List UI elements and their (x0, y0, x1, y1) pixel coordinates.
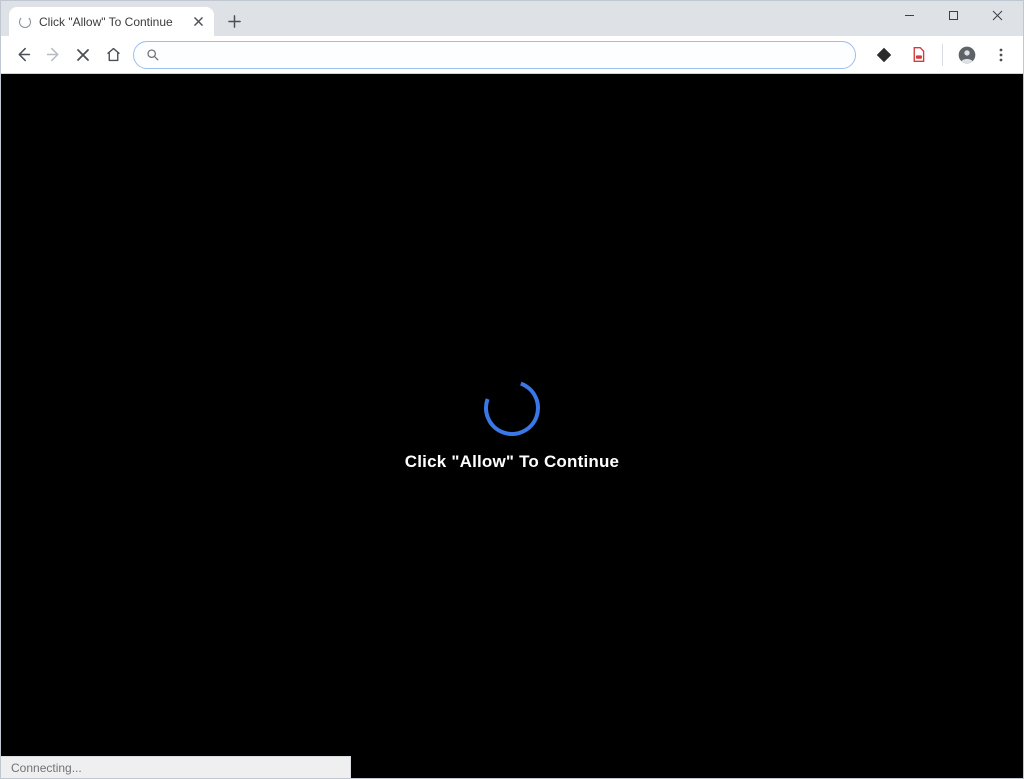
status-text: Connecting... (11, 761, 82, 775)
address-input[interactable] (167, 47, 843, 62)
diamond-icon (875, 46, 893, 64)
page-loading-spinner-icon (475, 371, 549, 445)
profile-button[interactable] (955, 43, 979, 67)
tab-title: Click "Allow" To Continue (39, 15, 190, 29)
new-tab-button[interactable] (220, 7, 248, 35)
tab-close-button[interactable] (190, 14, 206, 30)
window-controls (887, 1, 1019, 29)
home-icon (105, 46, 122, 63)
window-minimize-button[interactable] (887, 1, 931, 29)
nav-forward-button[interactable] (39, 41, 67, 69)
status-bar: Connecting... (1, 756, 351, 778)
arrow-left-icon (15, 46, 32, 63)
close-icon (194, 17, 203, 26)
browser-menu-button[interactable] (989, 43, 1013, 67)
extensions-area (864, 43, 1017, 67)
page-message: Click "Allow" To Continue (405, 452, 619, 472)
document-red-icon (910, 46, 927, 63)
nav-home-button[interactable] (99, 41, 127, 69)
close-icon (76, 48, 90, 62)
plus-icon (228, 15, 241, 28)
nav-back-button[interactable] (9, 41, 37, 69)
browser-tab[interactable]: Click "Allow" To Continue (9, 7, 214, 36)
extension-2-button[interactable] (906, 43, 930, 67)
separator (942, 44, 943, 66)
nav-stop-button[interactable] (69, 41, 97, 69)
toolbar (1, 36, 1023, 74)
window-maximize-button[interactable] (931, 1, 975, 29)
search-icon (146, 48, 159, 61)
page-content: Click "Allow" To Continue Connecting... (1, 74, 1023, 778)
minimize-icon (904, 10, 915, 21)
extension-1-button[interactable] (872, 43, 896, 67)
close-icon (992, 10, 1003, 21)
address-bar[interactable] (133, 41, 856, 69)
kebab-menu-icon (993, 47, 1009, 63)
window-close-button[interactable] (975, 1, 1019, 29)
user-circle-icon (957, 45, 977, 65)
maximize-icon (948, 10, 959, 21)
loading-spinner-icon (19, 16, 31, 28)
arrow-right-icon (45, 46, 62, 63)
titlebar: Click "Allow" To Continue (1, 1, 1023, 36)
